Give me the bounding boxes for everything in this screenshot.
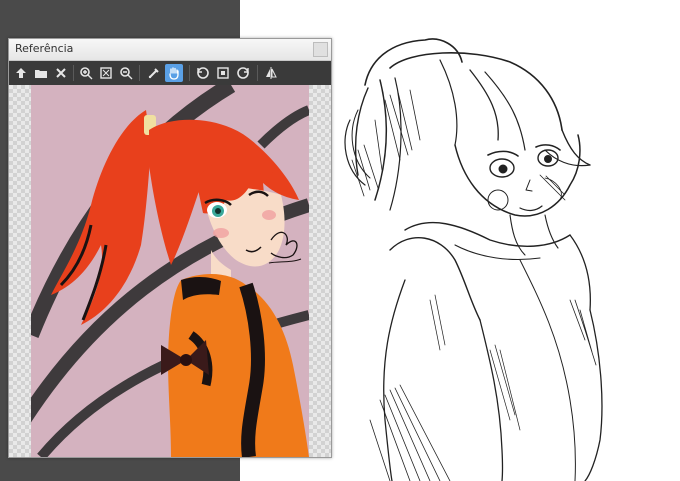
open-folder-icon[interactable] bbox=[32, 64, 50, 82]
zoom-in-icon[interactable] bbox=[77, 64, 95, 82]
reference-image-viewer[interactable] bbox=[9, 85, 331, 457]
reference-titlebar[interactable]: Referência bbox=[9, 39, 331, 61]
reference-illustration bbox=[31, 85, 309, 457]
rotate-left-icon[interactable] bbox=[194, 64, 212, 82]
rotate-right-icon[interactable] bbox=[234, 64, 252, 82]
reference-title: Referência bbox=[15, 42, 74, 55]
zoom-out-icon[interactable] bbox=[117, 64, 135, 82]
clear-icon[interactable] bbox=[52, 64, 70, 82]
close-panel-button[interactable] bbox=[313, 42, 328, 57]
hand-pan-icon[interactable] bbox=[165, 64, 183, 82]
reference-toolbar bbox=[9, 61, 331, 85]
eyedropper-icon[interactable] bbox=[145, 64, 163, 82]
flip-horizontal-icon[interactable] bbox=[262, 64, 280, 82]
fit-to-window-icon[interactable] bbox=[97, 64, 115, 82]
reset-view-icon[interactable] bbox=[214, 64, 232, 82]
reference-panel: Referência bbox=[8, 38, 332, 458]
import-icon[interactable] bbox=[12, 64, 30, 82]
